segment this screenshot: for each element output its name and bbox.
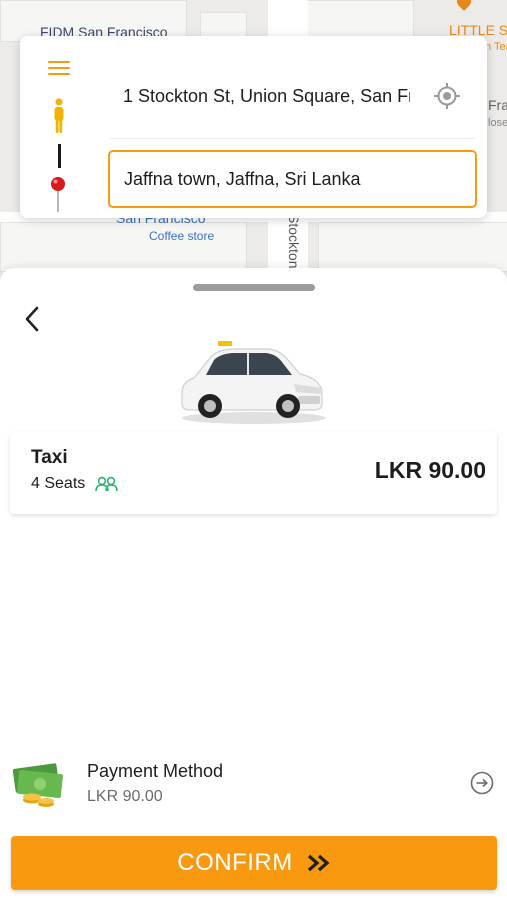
location-card	[20, 36, 487, 218]
group-icon	[95, 476, 119, 492]
locate-icon[interactable]	[433, 82, 461, 110]
destination-pin-icon	[51, 177, 65, 212]
map-poi-pin-icon	[454, 0, 474, 11]
vehicle-name: Taxi	[31, 447, 68, 468]
seats-row: 4 Seats	[31, 475, 119, 493]
menu-icon[interactable]	[48, 61, 70, 77]
arrow-right-circle-icon[interactable]	[470, 771, 494, 795]
map-label-fra-sub: lose	[488, 117, 507, 129]
card-divider	[110, 138, 475, 139]
payment-amount: LKR 90.00	[87, 788, 163, 805]
map-label-coffee-store: Coffee store	[149, 229, 215, 243]
seats-text: 4 Seats	[31, 475, 86, 492]
map-label-little-star-sub: n Tea	[485, 41, 507, 53]
map-label-stockton: Stockton	[286, 214, 302, 269]
bottom-sheet: Taxi 4 Seats LKR 90.00 Payment Method LK…	[0, 268, 507, 900]
taxi-car-image	[181, 341, 326, 424]
vehicle-option-card[interactable]: Taxi 4 Seats LKR 90.00	[10, 432, 497, 514]
vehicle-price: LKR 90.00	[374, 457, 486, 483]
dropoff-input[interactable]	[108, 150, 477, 208]
double-chevron-icon	[307, 854, 330, 872]
payment-method-row[interactable]: Payment Method LKR 90.00	[0, 756, 507, 816]
drag-handle[interactable]	[193, 284, 315, 291]
map-block	[318, 222, 507, 272]
cash-icon	[12, 763, 63, 807]
person-icon	[54, 98, 64, 133]
route-line	[58, 144, 61, 168]
confirm-label: CONFIRM	[177, 849, 293, 876]
back-icon[interactable]	[22, 306, 44, 332]
confirm-button[interactable]: CONFIRM	[11, 836, 497, 890]
payment-method-title: Payment Method	[87, 761, 224, 781]
map-block	[200, 12, 247, 39]
pickup-input[interactable]	[110, 76, 410, 116]
map-label-fra: Fra	[488, 97, 507, 113]
